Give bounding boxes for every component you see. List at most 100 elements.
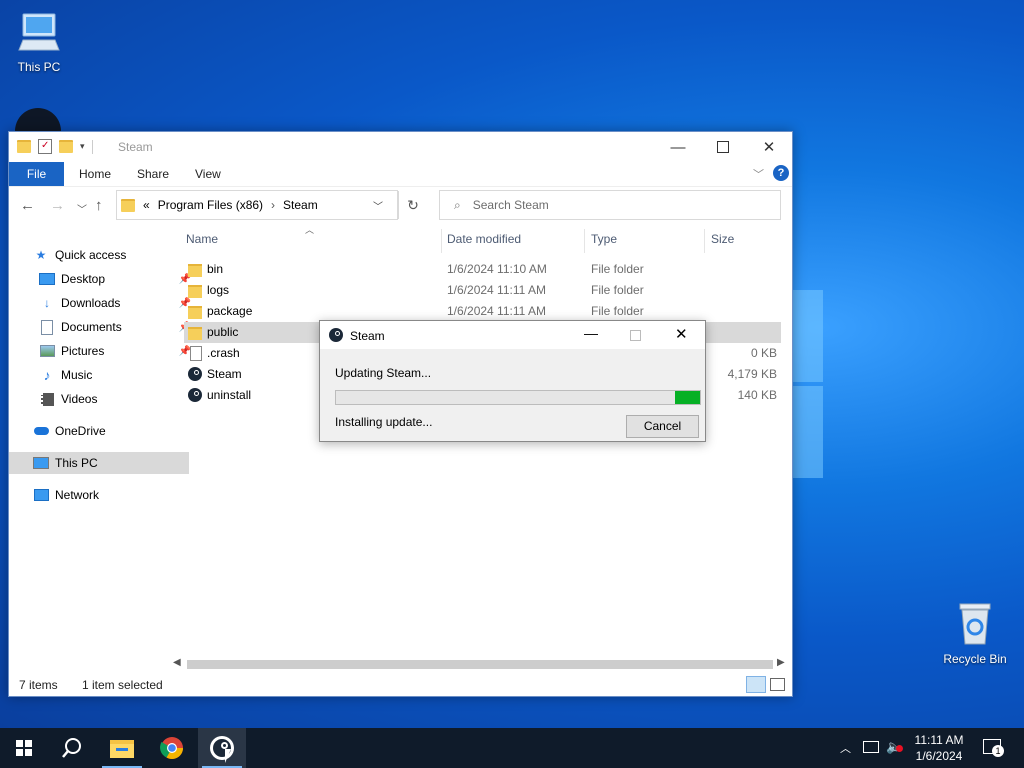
dialog-message: Updating Steam... [335, 366, 432, 380]
sidebar-item-label: Desktop [61, 272, 106, 286]
show-hidden-icons-icon[interactable]: ︿ [840, 740, 851, 756]
forward-icon[interactable]: → [50, 197, 65, 214]
dialog-minimize-button[interactable]: — [584, 325, 598, 341]
sidebar-item-pictures[interactable]: Pictures 📌 [9, 340, 195, 362]
clock-time: 11:11 AM [914, 733, 964, 747]
breadcrumb-segment[interactable]: Program Files (x86) [158, 198, 263, 212]
folder-icon [188, 325, 202, 340]
steam-icon [329, 328, 343, 342]
folder-icon [121, 198, 135, 212]
file-name: uninstall [207, 388, 252, 402]
expand-ribbon-icon[interactable]: ﹀ [753, 166, 764, 182]
large-icons-view-icon[interactable] [770, 678, 785, 691]
window-title: Steam [118, 140, 153, 154]
this-pc-icon [33, 456, 49, 470]
back-icon[interactable]: ← [20, 197, 35, 214]
properties-icon[interactable]: ✓ [38, 139, 52, 154]
network-icon [33, 488, 49, 502]
clock[interactable]: 11:11 AM 1/6/2024 [905, 732, 973, 764]
folder-icon [188, 304, 202, 319]
network-status-icon[interactable] [863, 741, 879, 753]
sidebar-item-this-pc[interactable]: This PC [9, 452, 189, 474]
taskbar: ︿ 🔈 11:11 AM 1/6/2024 1 [0, 728, 1024, 768]
sidebar-item-downloads[interactable]: ↓ Downloads 📌 [9, 292, 195, 314]
tab-share[interactable]: Share [137, 162, 169, 186]
sidebar-item-music[interactable]: ♪ Music [9, 364, 195, 386]
chrome-icon[interactable] [148, 728, 196, 768]
action-center-icon[interactable]: 1 [983, 739, 1004, 757]
column-header-type[interactable]: Type [591, 232, 617, 246]
tab-view[interactable]: View [195, 162, 221, 186]
title-bar[interactable]: ✓ ▾ Steam — ✕ [9, 132, 792, 162]
tab-home[interactable]: Home [79, 162, 111, 186]
scroll-right-icon[interactable]: ▶ [777, 657, 785, 668]
cancel-button[interactable]: Cancel [626, 415, 699, 438]
file-icon [188, 346, 202, 361]
address-overflow[interactable]: « [143, 198, 150, 212]
recent-locations-icon[interactable]: ﹀ [77, 201, 87, 216]
refresh-icon[interactable]: ↻ [398, 191, 427, 219]
file-type: File folder [591, 283, 644, 297]
sidebar-item-label: Pictures [61, 344, 105, 358]
steam-icon[interactable] [198, 728, 246, 768]
sidebar-item-desktop[interactable]: Desktop 📌 [9, 268, 195, 290]
desktop-icon-this-pc[interactable]: This PC [0, 10, 79, 74]
file-name: public [207, 325, 239, 339]
help-icon[interactable]: ? [773, 165, 789, 181]
sidebar-item-network[interactable]: Network [9, 484, 189, 506]
up-icon[interactable]: ↑ [95, 197, 103, 214]
sidebar-item-quick-access[interactable]: ★ Quick access [9, 244, 189, 266]
sidebar-item-label: Downloads [61, 296, 121, 310]
selection-count: 1 item selected [82, 678, 163, 692]
desktop-icon-recycle-bin[interactable]: Recycle Bin [935, 602, 1015, 666]
address-dropdown-icon[interactable]: ﹀ [373, 198, 383, 213]
breadcrumb-chevron-icon[interactable]: › [271, 198, 275, 212]
sidebar-item-label: Videos [61, 392, 98, 406]
navigation-bar: ← → ﹀ ↑ « Program Files (x86) › Steam ﹀ … [9, 189, 792, 223]
column-divider[interactable] [704, 229, 705, 253]
details-view-icon[interactable] [746, 676, 766, 693]
sidebar-item-documents[interactable]: Documents 📌 [9, 316, 195, 338]
file-row[interactable]: logs 1/6/2024 11:11 AM File folder [184, 280, 781, 301]
titlebar-divider [91, 139, 93, 154]
search-box[interactable]: ⌕ Search Steam [439, 190, 781, 220]
close-button[interactable]: ✕ [746, 132, 792, 162]
new-folder-icon[interactable] [59, 140, 73, 153]
navigation-pane: ★ Quick access Desktop 📌 ↓ Downloads 📌 D… [9, 240, 191, 680]
tab-file[interactable]: File [9, 162, 64, 186]
column-divider[interactable] [441, 229, 442, 253]
breadcrumb-segment[interactable]: Steam [283, 198, 318, 212]
volume-muted-icon[interactable]: 🔈 [886, 739, 903, 755]
column-header-date[interactable]: Date modified [447, 232, 521, 246]
sidebar-item-videos[interactable]: Videos [9, 388, 195, 410]
file-row[interactable]: package 1/6/2024 11:11 AM File folder [184, 301, 781, 322]
scroll-left-icon[interactable]: ◀ [173, 657, 181, 668]
sidebar-item-label: Documents [61, 320, 122, 334]
recycle-bin-icon [935, 602, 1015, 649]
file-type: File folder [591, 262, 644, 276]
minimize-button[interactable]: — [655, 132, 701, 162]
desktop-folder-icon [39, 272, 55, 286]
column-divider[interactable] [584, 229, 585, 253]
search-input[interactable]: Search Steam [473, 198, 549, 212]
dialog-title-bar[interactable]: Steam — ✕ [320, 321, 705, 349]
dialog-close-button[interactable]: ✕ [675, 325, 688, 343]
sidebar-item-label: This PC [55, 456, 98, 470]
windows-start-icon[interactable] [0, 728, 48, 768]
maximize-button[interactable] [700, 132, 746, 162]
file-explorer-icon[interactable] [98, 728, 146, 768]
column-header-size[interactable]: Size [711, 232, 734, 246]
address-bar[interactable]: « Program Files (x86) › Steam ﹀ ↻ [116, 190, 419, 220]
ribbon-tabs: File Home Share View ﹀ ? [9, 162, 792, 187]
scrollbar-thumb[interactable] [187, 660, 773, 669]
sidebar-item-onedrive[interactable]: OneDrive [9, 420, 189, 442]
downloads-icon: ↓ [44, 296, 50, 310]
search-icon[interactable] [48, 728, 96, 768]
customize-toolbar-icon[interactable]: ▾ [80, 141, 85, 152]
horizontal-scrollbar[interactable]: ◀ ▶ [171, 656, 789, 673]
column-header-name[interactable]: Name [186, 232, 218, 246]
file-size: 0 KB [750, 346, 777, 360]
dialog-title: Steam [350, 329, 385, 343]
file-row[interactable]: bin 1/6/2024 11:10 AM File folder [184, 259, 781, 280]
this-pc-icon [0, 10, 79, 57]
